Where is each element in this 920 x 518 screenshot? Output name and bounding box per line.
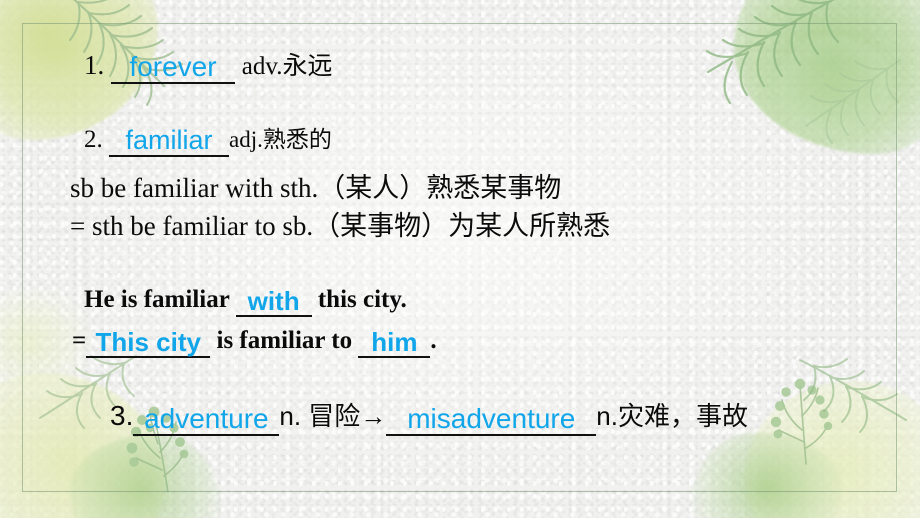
- example-line1-period: .: [400, 286, 407, 313]
- vocab-item-3: 3. adventure n. 冒险→ misadventure n.灾难，事故: [110, 396, 748, 436]
- example-line2-middle: is familiar to: [216, 327, 353, 354]
- slide-content: 1. forever adv.永远 2. familiar adj.熟悉的 sb …: [0, 0, 920, 518]
- example-line2-blank-subject[interactable]: This city: [86, 329, 211, 358]
- vocab-item-3-answer-blank[interactable]: adventure: [133, 404, 280, 436]
- vocab-item-2-usage-2: = sth be familiar to sb.（某事物）为某人所熟悉: [70, 211, 611, 241]
- vocab-item-2: 2. familiar adj.熟悉的: [84, 120, 332, 157]
- vocab-item-1-answer-blank[interactable]: forever: [111, 52, 235, 84]
- example-line1-prefix: He is familiar: [84, 286, 230, 313]
- vocab-item-1-definition: adv.永远: [241, 53, 333, 80]
- example-sentence-line-1: He is familiar with this city.: [84, 286, 407, 317]
- example-sentence-line-2: = This city is familiar to him.: [72, 327, 437, 358]
- vocab-item-2-definition: adj.熟悉的: [229, 127, 332, 152]
- slide-canvas: 1. forever adv.永远 2. familiar adj.熟悉的 sb …: [0, 0, 920, 518]
- vocab-item-3-number: 3.: [110, 400, 134, 431]
- vocab-item-2-usage-1: sb be familiar with sth.（某人）熟悉某事物: [70, 173, 562, 203]
- vocab-item-1: 1. forever adv.永远: [84, 46, 332, 84]
- vocab-item-3-definition-2: n.灾难，事故: [596, 401, 748, 431]
- example-line2-blank-object[interactable]: him: [358, 329, 431, 358]
- example-line1-suffix: this city: [317, 286, 401, 313]
- example-line2-period: .: [430, 327, 437, 354]
- vocab-item-3-definition: n. 冒险→: [279, 401, 387, 431]
- example-line2-equals: =: [72, 327, 87, 354]
- vocab-item-1-number: 1.: [84, 50, 105, 80]
- vocab-item-2-answer-blank[interactable]: familiar: [109, 126, 229, 157]
- example-line1-blank[interactable]: with: [235, 288, 312, 317]
- vocab-item-2-number: 2.: [84, 126, 103, 153]
- vocab-item-3-answer-blank-2[interactable]: misadventure: [386, 404, 597, 436]
